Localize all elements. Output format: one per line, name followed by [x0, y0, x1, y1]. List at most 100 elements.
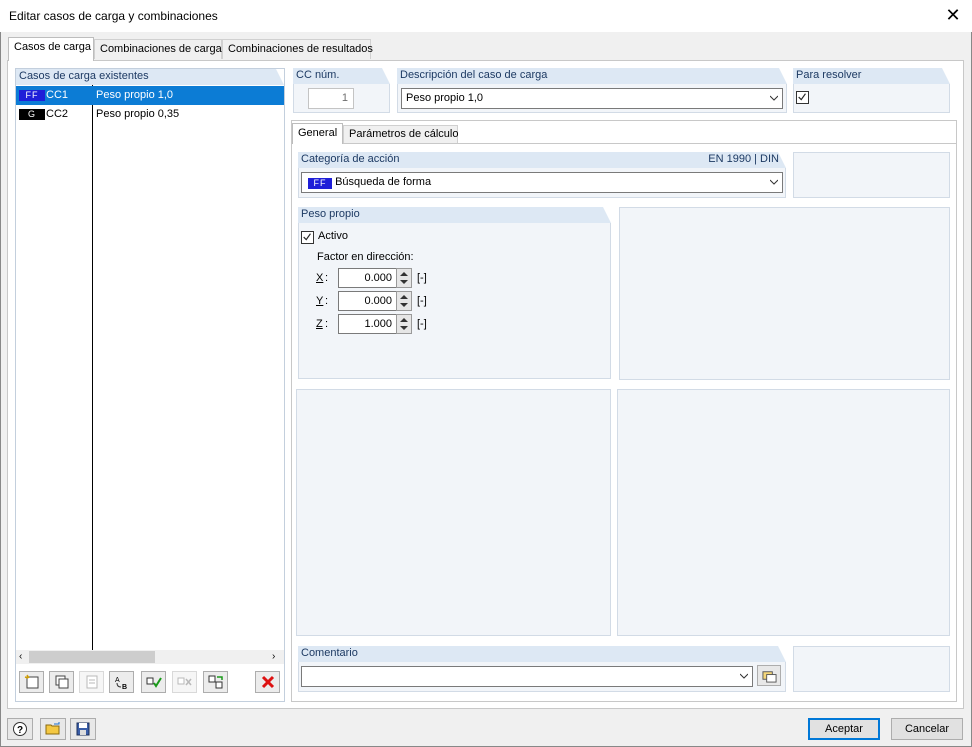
list-item-description: Peso propio 0,35 [96, 108, 180, 120]
copy-load-case-button[interactable] [49, 671, 74, 693]
spin-arrows-icon [400, 272, 408, 284]
tab-casos-de-carga[interactable]: Casos de carga [8, 37, 94, 61]
close-icon[interactable]: ✕ [942, 5, 964, 27]
categoria-norm: EN 1990 | DIN [708, 153, 779, 165]
list-item-description: Peso propio 1,0 [96, 89, 174, 101]
list-item-cc1[interactable]: FF CC1 Peso propio 1,0 [16, 86, 284, 105]
axis-z-label: Z [316, 318, 323, 330]
new-icon [24, 674, 38, 689]
cc-num-label: CC núm. [293, 68, 390, 84]
axis-x-sep: : [325, 272, 329, 284]
column-divider [92, 85, 93, 650]
chevron-down-icon [740, 673, 748, 679]
renumber-button[interactable] [79, 671, 104, 693]
factor-x-input[interactable]: 0.000 [338, 268, 397, 288]
categoria-header: Categoría de acción EN 1990 | DIN [298, 152, 786, 168]
subtab-divider [292, 143, 956, 144]
delete-icon [261, 675, 274, 689]
check-all-icon [146, 677, 162, 688]
list-item-id: CC1 [46, 89, 69, 101]
comentario-side-panel [793, 646, 950, 692]
description-group: Descripción del caso de carga Peso propi… [397, 68, 787, 113]
peso-propio-group: Peso propio Activo Factor en dirección: … [298, 207, 611, 379]
tab-parametros-de-calculo[interactable]: Parámetros de cálculo [343, 125, 458, 143]
window-title: Editar casos de carga y combinaciones [9, 9, 218, 23]
axis-y-sep: : [325, 295, 329, 307]
activo-label: Activo [318, 230, 348, 242]
library-icon [761, 671, 777, 683]
folder-open-icon [45, 722, 60, 735]
list-header: Casos de carga existentes [16, 69, 284, 85]
factor-y-spinner[interactable] [396, 291, 412, 311]
category-badge: FF [19, 90, 45, 101]
check-all-button[interactable] [141, 671, 166, 693]
empty-panel-top-right [619, 207, 950, 380]
categoria-value: Búsqueda de forma [335, 176, 432, 188]
list-item-cc2[interactable]: G CC2 Peso propio 0,35 [16, 105, 284, 124]
new-load-case-button[interactable] [19, 671, 44, 693]
svg-text:?: ? [17, 725, 23, 736]
comentario-library-button[interactable] [757, 665, 781, 686]
open-button[interactable] [40, 718, 66, 740]
axis-x-label: X [316, 272, 324, 284]
categoria-combobox[interactable]: FF Búsqueda de forma [301, 172, 783, 193]
para-resolver-label: Para resolver [793, 68, 950, 84]
save-button[interactable] [70, 718, 96, 740]
categoria-side-panel [793, 152, 950, 198]
checkmark-icon [303, 233, 311, 241]
description-combobox[interactable]: Peso propio 1,0 [401, 88, 783, 109]
sort-button[interactable]: AB [109, 671, 134, 693]
delete-button[interactable] [255, 671, 280, 693]
factor-y-input[interactable]: 0.000 [338, 291, 397, 311]
categoria-label: Categoría de acción [301, 153, 400, 165]
factor-z-input[interactable]: 1.000 [338, 314, 397, 334]
activo-checkbox[interactable] [301, 231, 314, 244]
factor-x-unit: [-] [417, 272, 427, 284]
scroll-thumb[interactable] [29, 651, 155, 663]
horizontal-scrollbar[interactable]: ‹ › [16, 650, 284, 664]
svg-text:B: B [122, 684, 127, 690]
help-button[interactable]: ? [7, 718, 33, 740]
tab-general[interactable]: General [292, 123, 343, 144]
spin-arrows-icon [400, 318, 408, 330]
sort-icon: AB [115, 677, 127, 690]
comentario-group: Comentario [298, 646, 786, 692]
axis-z-sep: : [325, 318, 329, 330]
factor-z-spinner[interactable] [396, 314, 412, 334]
save-icon [76, 722, 90, 736]
description-label: Descripción del caso de carga [397, 68, 787, 84]
factor-z-unit: [-] [417, 318, 427, 330]
toggle-check-icon [208, 675, 223, 689]
uncheck-all-button[interactable] [172, 671, 197, 693]
accept-button[interactable]: Aceptar [808, 718, 880, 740]
svg-text:A: A [115, 677, 120, 684]
tab-combinaciones-de-resultados[interactable]: Combinaciones de resultados [222, 39, 373, 59]
toggle-check-button[interactable] [203, 671, 228, 693]
factor-y-unit: [-] [417, 295, 427, 307]
empty-panel-bottom-right [617, 389, 950, 636]
scroll-right-icon[interactable]: › [272, 651, 275, 662]
empty-panel-bottom-left [296, 389, 611, 636]
tab-combinaciones-de-carga[interactable]: Combinaciones de carga [94, 39, 222, 59]
para-resolver-checkbox[interactable] [796, 91, 809, 104]
cancel-button[interactable]: Cancelar [891, 718, 963, 740]
categoria-badge: FF [308, 178, 332, 189]
renumber-icon [86, 675, 97, 689]
cc-num-field[interactable]: 1 [308, 88, 354, 109]
categoria-group: Categoría de acción EN 1990 | DIN FF Bús… [298, 152, 786, 198]
chevron-down-icon [770, 95, 778, 101]
comentario-label: Comentario [298, 646, 786, 662]
chevron-down-icon [770, 179, 778, 185]
load-case-list[interactable]: Casos de carga existentes FF CC1 Peso pr… [15, 68, 285, 702]
scroll-left-icon[interactable]: ‹ [19, 651, 22, 662]
cc-num-group: CC núm. 1 [293, 68, 390, 113]
comentario-combobox[interactable] [301, 666, 753, 687]
list-item-id: CC2 [46, 108, 69, 120]
spin-arrows-icon [400, 295, 408, 307]
axis-y-label: Y [316, 295, 324, 307]
factor-x-spinner[interactable] [396, 268, 412, 288]
category-badge: G [19, 109, 45, 120]
help-icon: ? [13, 722, 27, 736]
copy-icon [55, 675, 68, 689]
checkmark-icon [798, 93, 806, 101]
